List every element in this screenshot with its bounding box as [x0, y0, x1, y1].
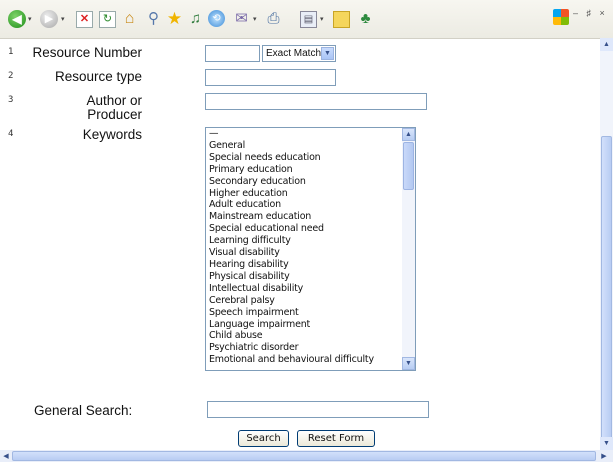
row-number: 4	[8, 129, 14, 139]
keywords-options: — General Special needs education Primar…	[206, 128, 415, 366]
back-icon[interactable]: ◀	[8, 10, 26, 28]
mail-icon[interactable]: ✉	[232, 9, 251, 28]
keyword-option[interactable]: Mainstream education	[209, 211, 415, 223]
keyword-option[interactable]: Psychiatric disorder	[209, 342, 415, 354]
keyword-option[interactable]: Emotional and behavioural difficulty	[209, 354, 415, 366]
scroll-up-icon[interactable]: ▲	[402, 128, 415, 141]
match-type-value: Exact Match	[266, 48, 322, 59]
stop-icon[interactable]: ✕	[76, 11, 93, 28]
history-icon[interactable]: ⟲	[208, 10, 225, 27]
keyword-option[interactable]: Primary education	[209, 164, 415, 176]
page-scroll-thumb[interactable]	[601, 136, 612, 446]
keyword-option[interactable]: Hearing disability	[209, 259, 415, 271]
resource-type-label: Resource type	[54, 69, 142, 84]
keyword-option[interactable]: Visual disability	[209, 247, 415, 259]
media-icon[interactable]: ♫	[186, 9, 205, 28]
row-number: 3	[8, 95, 14, 105]
match-type-select[interactable]: Exact Match ▼	[262, 45, 336, 62]
page-horizontal-scroll-thumb[interactable]	[12, 451, 596, 461]
general-search-input[interactable]	[207, 401, 429, 418]
keyword-option[interactable]: Language impairment	[209, 319, 415, 331]
resource-type-input[interactable]	[205, 69, 336, 86]
page-horizontal-scrollbar[interactable]: ◀ ▶	[0, 450, 613, 462]
resource-number-input[interactable]	[205, 45, 260, 62]
author-input[interactable]	[205, 93, 427, 110]
windows-logo-icon	[553, 9, 569, 25]
general-search-label: General Search:	[34, 403, 133, 418]
keyword-option[interactable]: Special needs education	[209, 152, 415, 164]
chevron-down-icon: ▼	[321, 47, 334, 60]
author-label-line1: Author or	[86, 93, 142, 108]
scroll-down-icon[interactable]: ▼	[600, 437, 613, 450]
forward-icon[interactable]: ▶	[40, 10, 58, 28]
keyword-option[interactable]: General	[209, 140, 415, 152]
resource-number-label: Resource Number	[32, 45, 142, 60]
scroll-up-icon[interactable]: ▲	[600, 38, 613, 51]
keyword-option[interactable]: Adult education	[209, 199, 415, 211]
scroll-down-icon[interactable]: ▼	[402, 357, 415, 370]
search-icon[interactable]: ⚲	[144, 9, 163, 28]
messenger-icon[interactable]: ♣	[356, 9, 375, 28]
keywords-scroll-thumb[interactable]	[403, 142, 414, 190]
back-dropdown-icon[interactable]: ▾	[28, 15, 32, 23]
keyword-option[interactable]: Physical disability	[209, 271, 415, 283]
reset-form-button[interactable]: Reset Form	[297, 430, 375, 447]
keyword-option[interactable]: Higher education	[209, 188, 415, 200]
edit-dropdown-icon[interactable]: ▾	[320, 15, 324, 23]
browser-toolbar: ◀ ▾ ▶ ▾ ✕ ↻ ⌂ ⚲ ★ ♫ ⟲ ✉ ▾ ⎙ ▤ ▾ ♣ – ♯ ×	[0, 0, 613, 39]
keywords-listbox[interactable]: — General Special needs education Primar…	[205, 127, 416, 371]
keywords-scrollbar[interactable]: ▲ ▼	[402, 128, 415, 370]
keyword-option[interactable]: Intellectual disability	[209, 283, 415, 295]
favorites-icon[interactable]: ★	[165, 9, 184, 28]
keywords-label: Keywords	[82, 127, 142, 142]
window-controls[interactable]: – ♯ ×	[573, 8, 608, 18]
keyword-option[interactable]: Speech impairment	[209, 307, 415, 319]
author-label-line2: Producer	[87, 107, 142, 122]
print-icon[interactable]: ⎙	[264, 9, 283, 28]
row-number: 1	[8, 47, 14, 57]
keyword-option[interactable]: Learning difficulty	[209, 235, 415, 247]
row-number: 2	[8, 71, 14, 81]
forward-dropdown-icon[interactable]: ▾	[61, 15, 65, 23]
keyword-option[interactable]: Secondary education	[209, 176, 415, 188]
refresh-icon[interactable]: ↻	[99, 11, 116, 28]
home-icon[interactable]: ⌂	[120, 9, 139, 28]
page-vertical-scrollbar[interactable]: ▲ ▼	[600, 38, 613, 450]
discuss-icon[interactable]	[333, 11, 350, 28]
keyword-option[interactable]: —	[209, 128, 415, 140]
scroll-left-icon[interactable]: ◀	[0, 450, 12, 462]
keyword-option[interactable]: Special educational need	[209, 223, 415, 235]
edit-icon[interactable]: ▤	[300, 11, 317, 28]
keyword-option[interactable]: Child abuse	[209, 330, 415, 342]
search-button[interactable]: Search	[238, 430, 289, 447]
scroll-right-icon[interactable]: ▶	[598, 450, 610, 462]
keyword-option[interactable]: Cerebral palsy	[209, 295, 415, 307]
mail-dropdown-icon[interactable]: ▾	[253, 15, 257, 23]
